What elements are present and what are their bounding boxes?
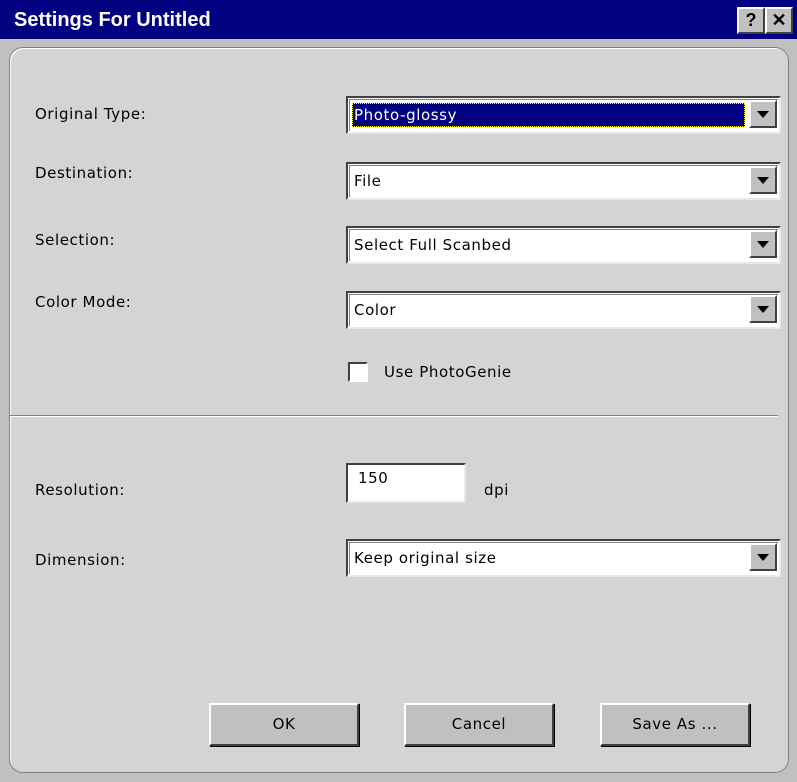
settings-panel [9, 47, 789, 773]
color-mode-value: Color [354, 301, 397, 319]
section-divider [10, 415, 778, 417]
chevron-down-icon[interactable] [749, 543, 777, 571]
title-bar[interactable]: Settings For Untitled ? ✕ [0, 0, 797, 39]
color-mode-dropdown-frame [349, 294, 778, 326]
destination-value: File [354, 172, 382, 190]
save-as-button[interactable]: Save As ... [600, 703, 750, 746]
color-mode-label: Color Mode: [35, 293, 132, 311]
original-type-dropdown[interactable]: Photo-glossy [346, 96, 781, 134]
help-button[interactable]: ? [737, 7, 765, 34]
window-title: Settings For Untitled [14, 9, 211, 31]
cancel-button[interactable]: Cancel [404, 703, 554, 746]
use-photogenie-label[interactable]: Use PhotoGenie [384, 363, 512, 381]
selection-dropdown[interactable]: Select Full Scanbed [346, 226, 781, 264]
original-type-label: Original Type: [35, 105, 147, 123]
chevron-down-icon[interactable] [749, 166, 777, 194]
color-mode-dropdown[interactable]: Color [346, 291, 781, 329]
chevron-down-icon[interactable] [749, 295, 777, 323]
destination-dropdown[interactable]: File [346, 162, 781, 200]
resolution-input[interactable]: 150 [346, 463, 466, 503]
ok-button[interactable]: OK [209, 703, 359, 746]
selection-value: Select Full Scanbed [354, 236, 512, 254]
original-type-value: Photo-glossy [352, 103, 745, 127]
selection-label: Selection: [35, 231, 116, 249]
destination-dropdown-frame [349, 165, 778, 197]
resolution-unit: dpi [484, 481, 510, 499]
settings-dialog: Settings For Untitled ? ✕ Original Type:… [0, 0, 797, 782]
chevron-down-icon[interactable] [749, 230, 777, 258]
destination-label: Destination: [35, 164, 134, 182]
resolution-label: Resolution: [35, 481, 126, 499]
dimension-dropdown[interactable]: Keep original size [346, 539, 781, 577]
dimension-label: Dimension: [35, 551, 126, 569]
use-photogenie-checkbox[interactable] [348, 362, 368, 382]
close-button[interactable]: ✕ [765, 7, 793, 34]
dimension-value: Keep original size [354, 549, 497, 567]
chevron-down-icon[interactable] [749, 100, 777, 128]
